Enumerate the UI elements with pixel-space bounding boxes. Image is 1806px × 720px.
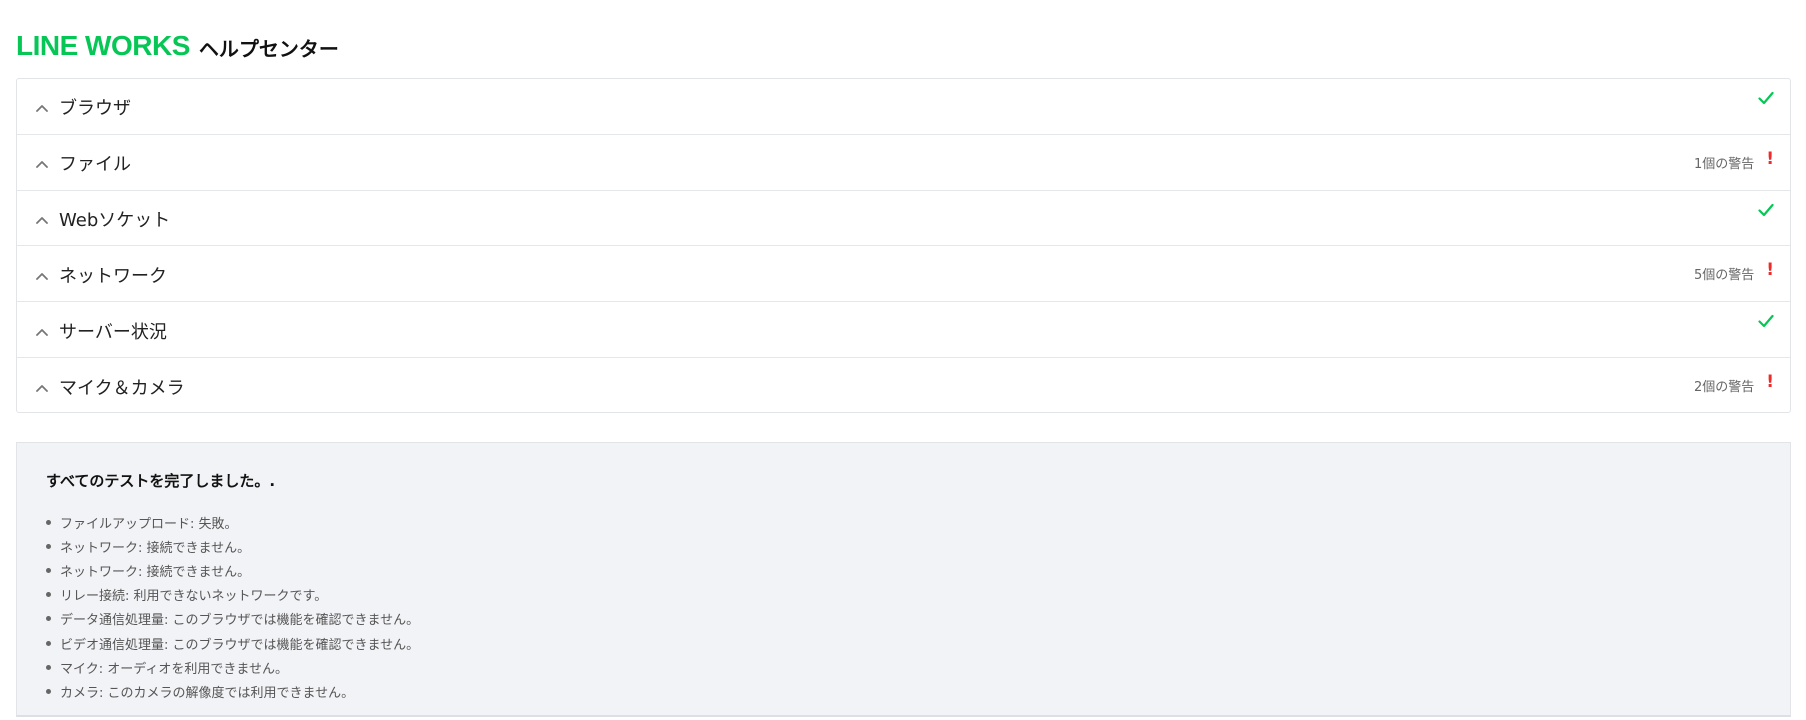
warning-count: 2個の警告 (1693, 379, 1755, 395)
bullet-icon (46, 688, 51, 694)
test-row-websocket[interactable]: Webソケット (17, 191, 1790, 247)
list-item: ビデオ通信処理量: このブラウザでは機能を確認できません。 (46, 631, 419, 655)
summary-item-text: マイク: オーディオを利用できません。 (60, 661, 288, 677)
check-icon (1758, 91, 1774, 105)
warning-count: 1個の警告 (1693, 156, 1755, 172)
exclamation-icon: ! (1766, 148, 1774, 169)
help-center-page: LINE WORKS ヘルプセンター ブラウザ ファイル 1個の警告 ! Web… (0, 0, 1806, 720)
warning-count: 5個の警告 (1693, 268, 1755, 284)
summary-title: すべてのテストを完了しました。. (46, 472, 276, 490)
check-icon (1758, 203, 1774, 216)
bullet-icon (46, 592, 51, 598)
test-status: 2個の警告 ! (1694, 370, 1774, 395)
bullet-icon (46, 567, 51, 573)
summary-item-text: ビデオ通信処理量: このブラウザでは機能を確認できません。 (60, 637, 420, 653)
summary-item-text: ネットワーク: 接続できません。 (60, 540, 251, 556)
exclamation-icon: ! (1766, 371, 1774, 392)
chevron-up-icon (36, 384, 48, 392)
test-label: ブラウザ (59, 98, 131, 120)
bullet-icon (46, 543, 51, 549)
page-title: ヘルプセンター (198, 37, 339, 61)
test-row-network[interactable]: ネットワーク 5個の警告 ! (17, 246, 1790, 303)
list-item: ネットワーク: 接続できません。 (46, 558, 419, 582)
test-status: 5個の警告 ! (1693, 258, 1774, 284)
summary-item-text: データ通信処理量: このブラウザでは機能を確認できません。 (60, 613, 420, 629)
exclamation-icon: ! (1766, 260, 1774, 281)
summary-item-text: リレー接続: 利用できないネットワークです。 (60, 589, 328, 605)
test-label: ネットワーク (59, 265, 167, 287)
list-item: ネットワーク: 接続できません。 (46, 534, 419, 558)
bullet-icon (46, 664, 51, 670)
test-label: Webソケット (59, 210, 171, 232)
summary-panel: すべてのテストを完了しました。. ファイルアップロード: 失敗。 ネットワーク:… (16, 442, 1791, 717)
bullet-icon (46, 519, 51, 525)
list-item: マイク: オーディオを利用できません。 (46, 655, 419, 679)
bullet-icon (46, 616, 51, 622)
test-row-server-status[interactable]: サーバー状況 (17, 302, 1790, 358)
summary-item-text: カメラ: このカメラの解像度では利用できません。 (60, 685, 355, 701)
page-header: LINE WORKS ヘルプセンター (16, 24, 339, 60)
summary-list: ファイルアップロード: 失敗。 ネットワーク: 接続できません。 ネットワーク:… (46, 510, 419, 704)
line-works-logo[interactable]: LINE WORKS (16, 32, 190, 60)
test-label: サーバー状況 (59, 321, 167, 343)
test-label: マイク＆カメラ (59, 377, 185, 399)
test-row-mic-camera[interactable]: マイク＆カメラ 2個の警告 ! (17, 358, 1790, 414)
list-item: リレー接続: 利用できないネットワークです。 (46, 583, 419, 607)
test-status (1758, 91, 1774, 105)
bullet-icon (46, 640, 51, 646)
test-status: 1個の警告 ! (1694, 147, 1774, 172)
summary-item-text: ネットワーク: 接続できません。 (60, 564, 251, 580)
chevron-up-icon (36, 328, 48, 336)
test-list: ブラウザ ファイル 1個の警告 ! Webソケット ネットワーク 5個の警告 !… (16, 78, 1791, 413)
test-row-browser[interactable]: ブラウザ (17, 79, 1790, 135)
chevron-up-icon (36, 161, 48, 169)
chevron-up-icon (36, 217, 48, 224)
test-status (1758, 314, 1774, 328)
list-item: ファイルアップロード: 失敗。 (46, 510, 419, 534)
test-label: ファイル (59, 154, 131, 176)
chevron-up-icon (36, 272, 48, 280)
list-item: データ通信処理量: このブラウザでは機能を確認できません。 (46, 607, 419, 631)
list-item: カメラ: このカメラの解像度では利用できません。 (46, 679, 419, 703)
test-row-file[interactable]: ファイル 1個の警告 ! (17, 135, 1790, 191)
check-icon (1758, 315, 1774, 328)
test-status (1758, 203, 1774, 217)
summary-item-text: ファイルアップロード: 失敗。 (60, 516, 238, 532)
chevron-up-icon (36, 105, 48, 113)
